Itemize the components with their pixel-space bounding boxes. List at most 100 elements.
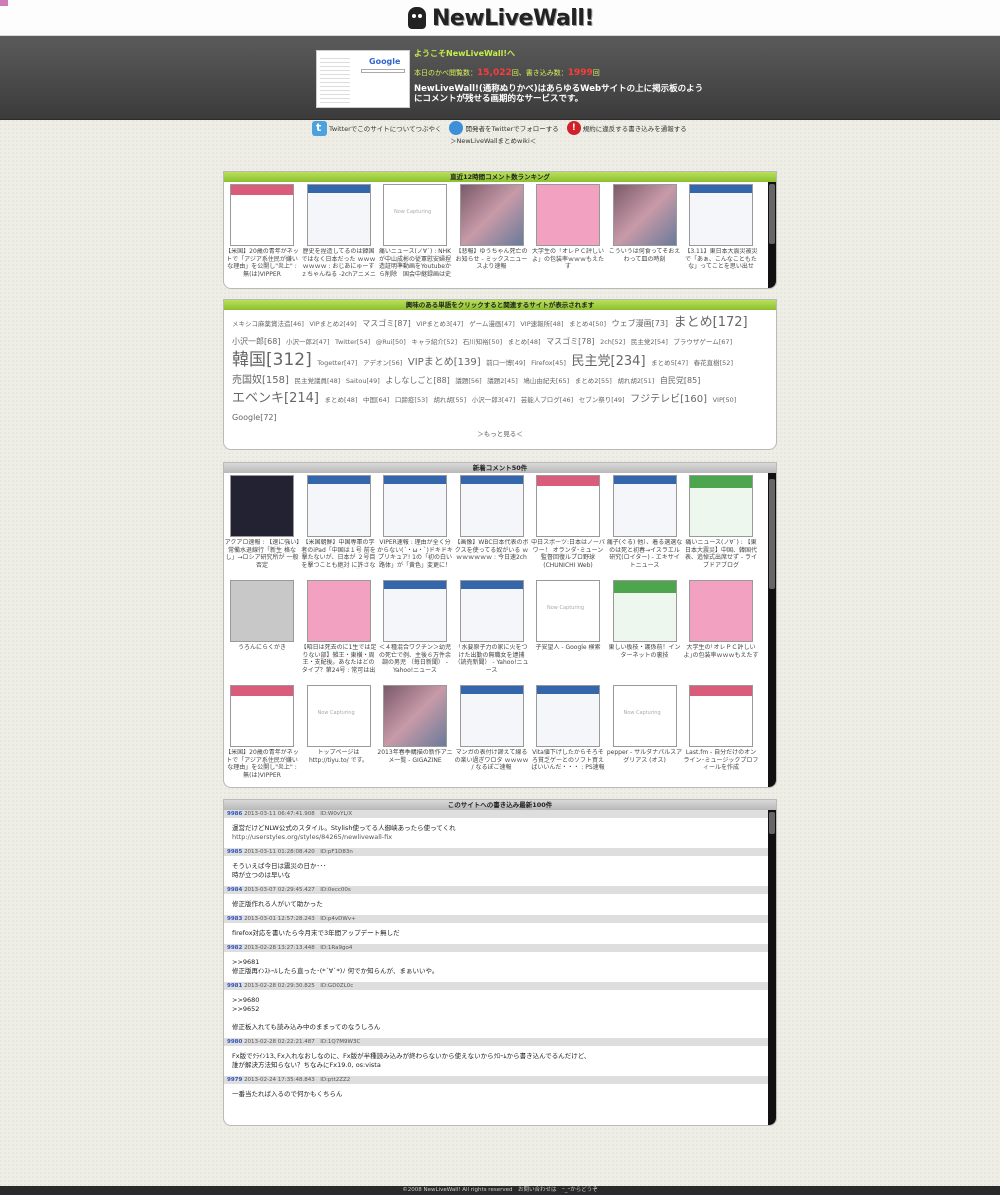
site-caption[interactable]: Last.fm - 自分だけのオンライン･ミュージックプロフィールを作成	[683, 749, 759, 779]
site-caption[interactable]: マンガの表付け諦えて線るの楽い過ぎワロタ ｗｗｗｗ / なるぽご速報	[454, 749, 530, 779]
site-thumbnail[interactable]: うろんにらくがき	[224, 578, 300, 674]
site-caption[interactable]: うろんにらくがき	[224, 644, 300, 674]
tag-link[interactable]: 韓国[312]	[232, 350, 312, 370]
site-screenshot[interactable]	[459, 184, 524, 246]
site-screenshot[interactable]	[536, 580, 600, 642]
site-thumbnail[interactable]: 歴史を捏造してるのは韓国ではなく日本だった ｗｗｗｗｗｗｗ : おじあにゅーすｚ…	[301, 182, 377, 278]
tag-link[interactable]: ゲーム漫画[47]	[469, 320, 515, 328]
recent-scroll-thumb[interactable]	[769, 479, 775, 589]
tag-link[interactable]: キャラ紹介[52]	[411, 338, 457, 346]
site-thumbnail[interactable]: 2013年春季購描の新作アニメ一覧 - GIGAZINE	[377, 683, 453, 779]
site-caption[interactable]: VIPER速報 : 理由が全く分からない(´・ω・`)ドキドキプリキュア! 1の…	[377, 539, 453, 569]
tag-link[interactable]: マスゴミ[87]	[362, 319, 410, 328]
tag-link[interactable]: @Rui[50]	[376, 338, 406, 346]
site-screenshot[interactable]	[306, 184, 371, 246]
site-caption[interactable]: アクアロ速報 : 【速に強い】常備水退線行「新生 格なし」→ロシア研究所が 一般…	[224, 539, 300, 569]
tweet-site-link[interactable]: Twitterでこのサイトについてつぶやく	[312, 120, 441, 136]
site-caption[interactable]: 東しい板枝・護係前！インターネットの裏技	[607, 644, 683, 674]
tag-link[interactable]: ウェブ漫画[73]	[612, 319, 668, 328]
site-caption[interactable]: 歴史を捏造してるのは韓国ではなく日本だった ｗｗｗｗｗｗｗ : おじあにゅーすｚ…	[301, 248, 377, 278]
site-thumbnail[interactable]: 子安望人 - Google 検索	[530, 578, 606, 674]
site-screenshot[interactable]	[536, 475, 600, 537]
post-number[interactable]: 9984	[227, 887, 242, 893]
tag-link[interactable]: 小沢一郎3[47]	[472, 396, 516, 404]
site-screenshot[interactable]	[383, 580, 447, 642]
post-number[interactable]: 9981	[227, 983, 242, 989]
site-thumbnail[interactable]: 痛いニュース(ノ∀`) : 【東日本大震災】中国、韓国代表、追悼式出席せず ‐ …	[683, 473, 759, 569]
tag-link[interactable]: アデオン[56]	[363, 359, 402, 367]
site-caption[interactable]: 子安望人 - Google 検索	[530, 644, 606, 674]
tag-link[interactable]: VIP[50]	[713, 396, 737, 404]
site-caption[interactable]: 【米国朝鮮】中国専軍の学者のiPad「中国は１号 前を撃たないが、日本が ２号目…	[301, 539, 377, 569]
site-logo[interactable]: NewLiveWall!	[408, 4, 594, 32]
site-thumbnail[interactable]: 【昭日は死去のに1生では足りない部】雑王・東横・周王・支配後。あなたはどのタイプ…	[301, 578, 377, 674]
site-screenshot[interactable]	[536, 184, 600, 246]
tag-link[interactable]: 口蹄疫[53]	[395, 396, 428, 404]
tag-link[interactable]: 鳩山由紀夫[65]	[523, 377, 569, 385]
post-number[interactable]: 9983	[227, 916, 242, 922]
site-thumbnail[interactable]: 【3.11】東日本大震災被災で「あぁ、こんなこともたな」ってことを思い出せ	[683, 182, 759, 278]
site-thumbnail[interactable]: 大学生の｢オレＰＣ評しいよ｣の包装率ｗｗｗもえたす	[683, 578, 759, 674]
site-screenshot[interactable]	[459, 685, 524, 747]
site-screenshot[interactable]	[612, 475, 677, 537]
site-caption[interactable]: 【画像】WBC日本代表のボクスを使ってる奴がいる ｗｗｗｗｗｗｗ : 今日速2c…	[454, 539, 530, 569]
site-thumbnail[interactable]: 東しい板枝・護係前！インターネットの裏技	[607, 578, 683, 674]
tag-link[interactable]: 議題[56]	[455, 377, 481, 385]
recent-scrollbar[interactable]	[768, 473, 776, 787]
tag-link[interactable]: メキシコ麻薬賞法造[46]	[232, 320, 304, 328]
tag-link[interactable]: 民主党議員[48]	[294, 377, 340, 385]
tag-link[interactable]: ブラウザゲーム[67]	[673, 338, 732, 346]
tag-link[interactable]: 民主党[234]	[572, 354, 646, 369]
tag-link[interactable]: 石川知裕[50]	[463, 338, 502, 346]
site-screenshot[interactable]	[230, 475, 294, 537]
tag-link[interactable]: まとめ[48]	[325, 396, 358, 404]
site-thumbnail[interactable]: 【米国朝鮮】中国専軍の学者のiPad「中国は１号 前を撃たないが、日本が ２号目…	[301, 473, 377, 569]
tag-link[interactable]: 中国[64]	[363, 396, 389, 404]
board-scroll-thumb[interactable]	[769, 812, 775, 834]
tag-link[interactable]: Firefox[45]	[531, 359, 566, 367]
tag-link[interactable]: マスゴミ[78]	[546, 337, 594, 346]
site-screenshot[interactable]	[306, 475, 371, 537]
site-caption[interactable]: こういうは何食ってそおえわって皿の時刻	[607, 248, 683, 278]
more-tags-link[interactable]: ＞もっと見る＜	[224, 428, 776, 438]
site-screenshot[interactable]	[459, 580, 524, 642]
site-caption[interactable]: 【悲報】ゆうちゃん死亡のお知らせ - ミックスニュースより速報	[454, 248, 530, 278]
site-caption[interactable]: 痛いニュース(ノ∀`) : NHKが中山成彬の従軍慰安婦捏造証明準動画をYout…	[377, 248, 453, 278]
site-thumbnail[interactable]: アクアロ速報 : 【速に強い】常備水退線行「新生 格なし」→ロシア研究所が 一般…	[224, 473, 300, 569]
site-caption[interactable]: 2013年春季購描の新作アニメ一覧 - GIGAZINE	[377, 749, 453, 779]
tag-link[interactable]: フジテレビ[160]	[630, 394, 707, 405]
report-link[interactable]: ! 規約に違反する書き込みを通報する	[566, 121, 687, 135]
wiki-link[interactable]: ＞NewLiveWallまとめwiki＜	[450, 135, 536, 145]
tag-link[interactable]: 胡れ胡[55]	[433, 396, 466, 404]
board-scrollbar[interactable]	[768, 810, 776, 1125]
tag-link[interactable]: まとめ[48]	[508, 338, 541, 346]
site-thumbnail[interactable]: 痛いニュース(ノ∀`) : NHKが中山成彬の従軍慰安婦捏造証明準動画をYout…	[377, 182, 453, 278]
site-screenshot[interactable]	[612, 685, 677, 747]
site-caption[interactable]: 痛いニュース(ノ∀`) : 【東日本大震災】中国、韓国代表、追悼式出席せず ‐ …	[683, 539, 759, 569]
post-number[interactable]: 9985	[227, 849, 242, 855]
site-screenshot[interactable]	[306, 685, 371, 747]
site-caption[interactable]: Vita値下げしたからそろそろ貧乏ゲーとのソフト買えばいいんだ・・・ : PS速…	[530, 749, 606, 779]
tag-link[interactable]: 自民党[85]	[660, 376, 700, 385]
post-line[interactable]: http://userstyles.org/styles/84265/newli…	[232, 833, 760, 842]
tag-link[interactable]: Twitter[54]	[335, 338, 370, 346]
tag-link[interactable]: 2ch[52]	[600, 338, 625, 346]
site-screenshot[interactable]	[383, 475, 447, 537]
site-caption[interactable]: ＜４種混合ワクチン＞幼児の死亡で例、主後６万件余調の男児 （毎日新聞） - Ya…	[377, 644, 453, 674]
tag-link[interactable]: 売国奴[158]	[232, 375, 289, 386]
tag-link[interactable]: エベンキ[214]	[232, 391, 319, 406]
site-screenshot[interactable]	[459, 475, 524, 537]
post-number[interactable]: 9982	[227, 945, 242, 951]
tag-link[interactable]: まとめ4[50]	[569, 320, 606, 328]
site-caption[interactable]: 【昭日は死去のに1生では足りない部】雑王・東横・周王・支配後。あなたはどのタイプ…	[301, 644, 377, 674]
site-thumbnail[interactable]: 「水要原子力の家に火をつけた出勤の無職女を逮捕（読売新聞） - Yahoo!ニュ…	[454, 578, 530, 674]
site-thumbnail[interactable]: pepper - サルダナパルスアグリアス (オス)	[607, 683, 683, 779]
site-screenshot[interactable]	[689, 685, 753, 747]
site-thumbnail[interactable]: こういうは何食ってそおえわって皿の時刻	[607, 182, 683, 278]
tag-link[interactable]: VIP速報所[48]	[520, 320, 563, 328]
site-caption[interactable]: 【3.11】東日本大震災被災で「あぁ、こんなこともたな」ってことを思い出せ	[683, 248, 759, 278]
follow-dev-link[interactable]: 開発者をTwitterでフォローする	[449, 121, 559, 135]
tag-link[interactable]: 芸能人ブログ[46]	[521, 396, 573, 404]
tag-link[interactable]: よしなしごと[88]	[385, 376, 449, 385]
post-number[interactable]: 9980	[227, 1039, 242, 1045]
